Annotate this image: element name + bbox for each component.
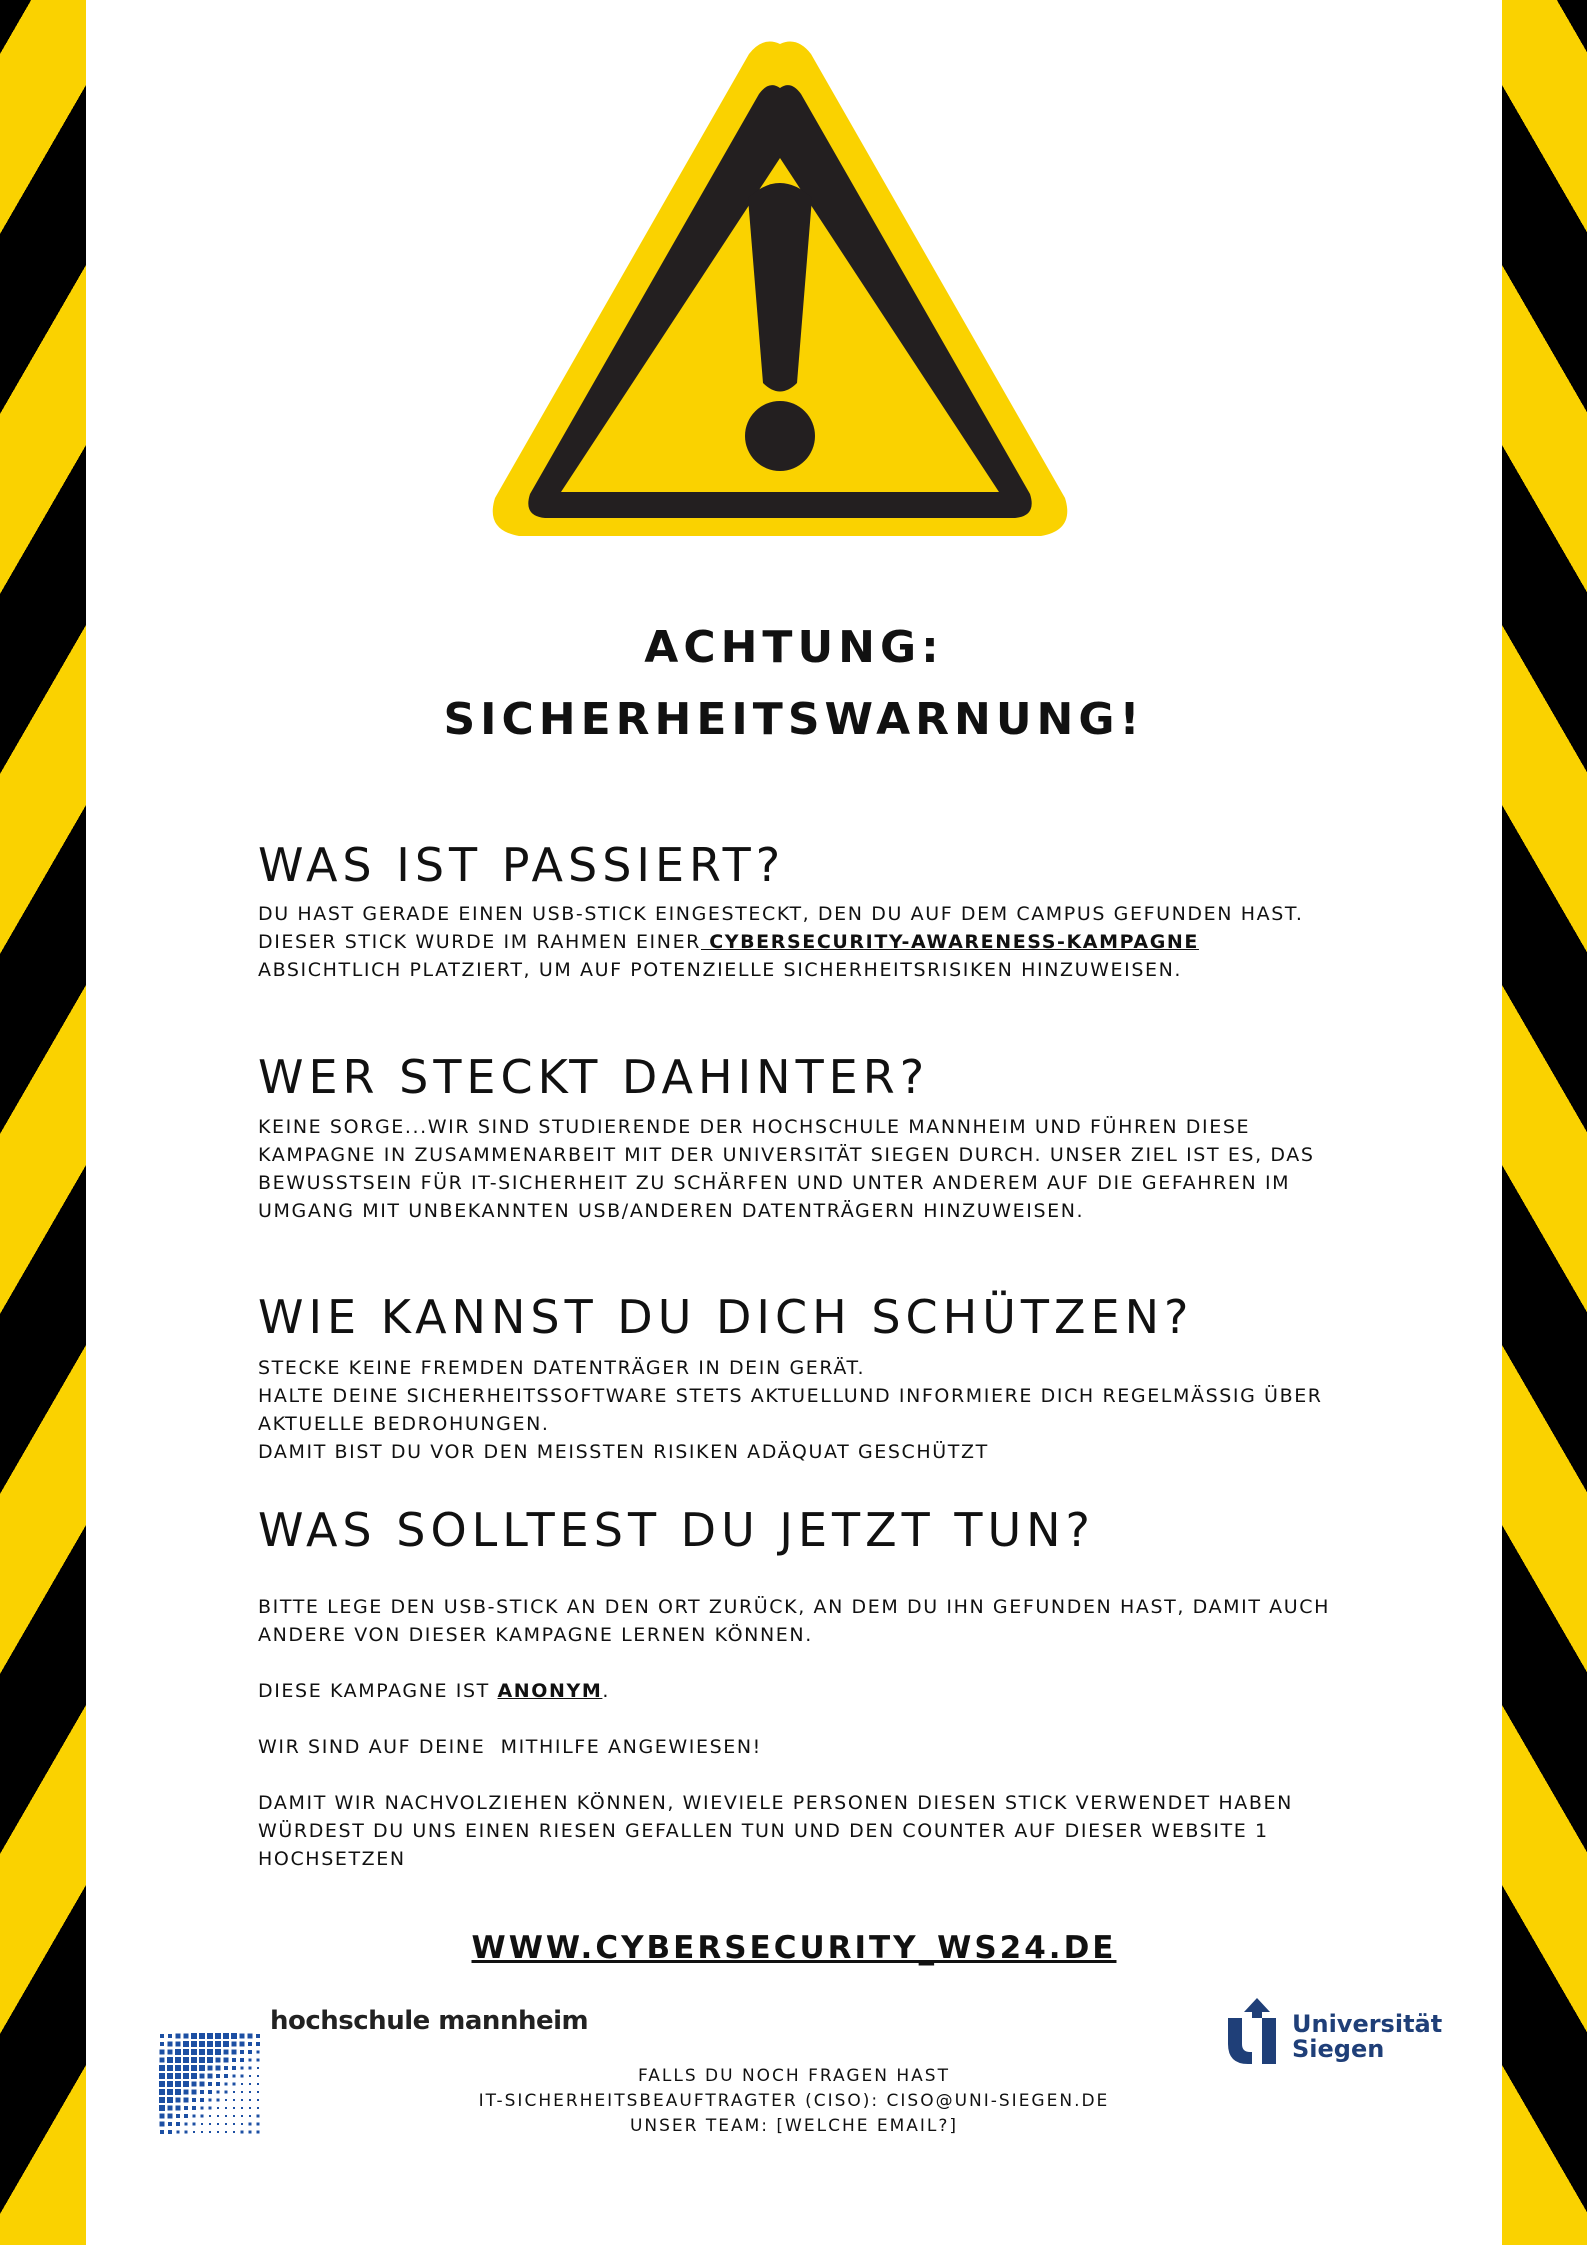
section-text-schuetzen: STECKE KEINE FREMDEN DATENTRÄGER IN DEIN…	[258, 1354, 1338, 1466]
title-line-2: SICHERHEITSWARNUNG!	[443, 694, 1145, 745]
section-text-passiert: DU HAST GERADE EINEN USB-STICK EINGESTEC…	[258, 900, 1338, 984]
tip-line: DAMIT BIST DU VOR DEN MEISSTEN RISIKEN A…	[258, 1441, 989, 1463]
tip-line: HALTE DEINE SICHERHEITSSOFTWARE STETS AK…	[258, 1385, 1323, 1435]
footer-contact: FALLS DU NOCH FRAGEN HAST IT-SICHERHEITS…	[86, 2064, 1502, 2139]
website-link[interactable]: WWW.CYBERSECURITY_WS24.DE	[86, 1930, 1502, 1966]
anonymous-note: DIESE KAMPAGNE IST ANONYM.	[258, 1677, 1338, 1705]
anonym-link[interactable]: ANONYM	[497, 1680, 602, 1702]
section-text-dahinter: KEINE SORGE...WIR SIND STUDIERENDE DER H…	[258, 1116, 1315, 1222]
section-heading-dahinter: WER STECKT DAHINTER?	[258, 1050, 930, 1104]
section-heading-passiert: WAS IST PASSIERT?	[258, 838, 786, 892]
title-line-1: ACHTUNG:	[644, 622, 944, 673]
mannheim-logo-text: hochschule mannheim	[270, 2006, 589, 2036]
help-note: WIR SIND AUF DEINE MITHILFE ANGEWIESEN!	[258, 1736, 762, 1758]
section-heading-tun: WAS SOLLTEST DU JETZT TUN?	[258, 1503, 1095, 1557]
hazard-stripe-left	[0, 0, 86, 2245]
text-segment: DIESE KAMPAGNE IST	[258, 1680, 498, 1702]
siegen-name-line: Universität	[1292, 2010, 1443, 2038]
section-heading-schuetzen: WIE KANNST DU DICH SCHÜTZEN?	[258, 1290, 1194, 1344]
instruction-return-stick: BITTE LEGE DEN USB-STICK AN DEN ORT ZURÜ…	[258, 1596, 1331, 1646]
siegen-u-icon	[1228, 1998, 1276, 2064]
footer-line: IT-SICHERHEITSBEAUFTRAGTER (CISO): CISO@…	[478, 2091, 1110, 2111]
warning-icon	[492, 41, 1068, 537]
text-segment: .	[602, 1680, 611, 1702]
campaign-link[interactable]: CYBERSECURITY-AWARENESS-KAMPAGNE	[701, 931, 1199, 953]
hazard-stripe-right	[1502, 0, 1587, 2245]
siegen-logo-text: Universität Siegen	[1292, 2012, 1442, 2062]
footer-line: UNSER TEAM: [WELCHE EMAIL?]	[629, 2116, 959, 2136]
universitaet-siegen-logo: Universität Siegen	[1222, 1998, 1442, 2070]
siegen-name-line: Siegen	[1292, 2035, 1385, 2063]
counter-request: DAMIT WIR NACHVOLZIEHEN KÖNNEN, WIEVIELE…	[258, 1792, 1293, 1870]
text-segment: ABSICHTLICH PLATZIERT, UM AUF POTENZIELL…	[258, 959, 1183, 981]
tip-line: STECKE KEINE FREMDEN DATENTRÄGER IN DEIN…	[258, 1357, 866, 1379]
